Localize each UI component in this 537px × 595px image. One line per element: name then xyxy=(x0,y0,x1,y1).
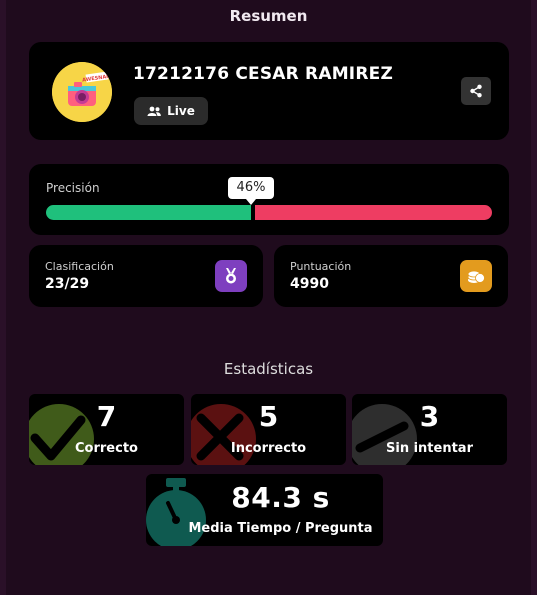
accuracy-bar xyxy=(46,205,492,220)
incorrect-label: Incorrecto xyxy=(230,441,307,456)
share-button[interactable] xyxy=(461,77,491,105)
correct-count: 7 xyxy=(96,400,117,433)
unattempted-label: Sin intentar xyxy=(386,441,473,456)
medal-icon xyxy=(215,260,247,292)
avg-time-value: 84.3 s xyxy=(231,481,330,514)
accuracy-bar-incorrect xyxy=(255,205,492,220)
score-card: Puntuación 4990 xyxy=(274,245,508,307)
accuracy-card: Precisión 46% xyxy=(29,164,509,235)
correct-label: Correcto xyxy=(75,441,138,456)
accuracy-bar-correct xyxy=(46,205,251,220)
player-name: 17212176 CESAR RAMIREZ xyxy=(133,64,393,84)
rank-card: Clasificación 23/29 xyxy=(29,245,263,307)
profile-card: AWESNAP! 17212176 CESAR RAMIREZ Live xyxy=(29,42,509,140)
coins-icon xyxy=(460,260,492,292)
rank-value: 23/29 xyxy=(45,276,90,292)
incorrect-count: 5 xyxy=(258,400,279,433)
camera-icon: AWESNAP! xyxy=(52,62,112,122)
avg-time-card: 84.3 s Media Tiempo / Pregunta xyxy=(146,474,383,546)
rank-label: Clasificación xyxy=(45,260,114,273)
unattempted-stat-card: 3 Sin intentar xyxy=(352,394,507,465)
score-value: 4990 xyxy=(290,276,329,292)
accuracy-percent-bubble: 46% xyxy=(228,177,274,205)
accuracy-label: Precisión xyxy=(46,181,100,195)
share-icon xyxy=(470,84,482,98)
avatar: AWESNAP! xyxy=(52,62,112,122)
correct-stat-card: 7 Correcto xyxy=(29,394,184,465)
unattempted-count: 3 xyxy=(419,400,440,433)
incorrect-stat-card: 5 Incorrecto xyxy=(191,394,346,465)
live-label: Live xyxy=(167,104,195,118)
page-title: Resumen xyxy=(229,7,308,25)
statistics-title: Estadísticas xyxy=(223,360,314,378)
users-icon xyxy=(147,106,161,116)
live-badge: Live xyxy=(134,97,208,125)
avg-time-label: Media Tiempo / Pregunta xyxy=(188,521,373,536)
score-label: Puntuación xyxy=(290,260,352,273)
